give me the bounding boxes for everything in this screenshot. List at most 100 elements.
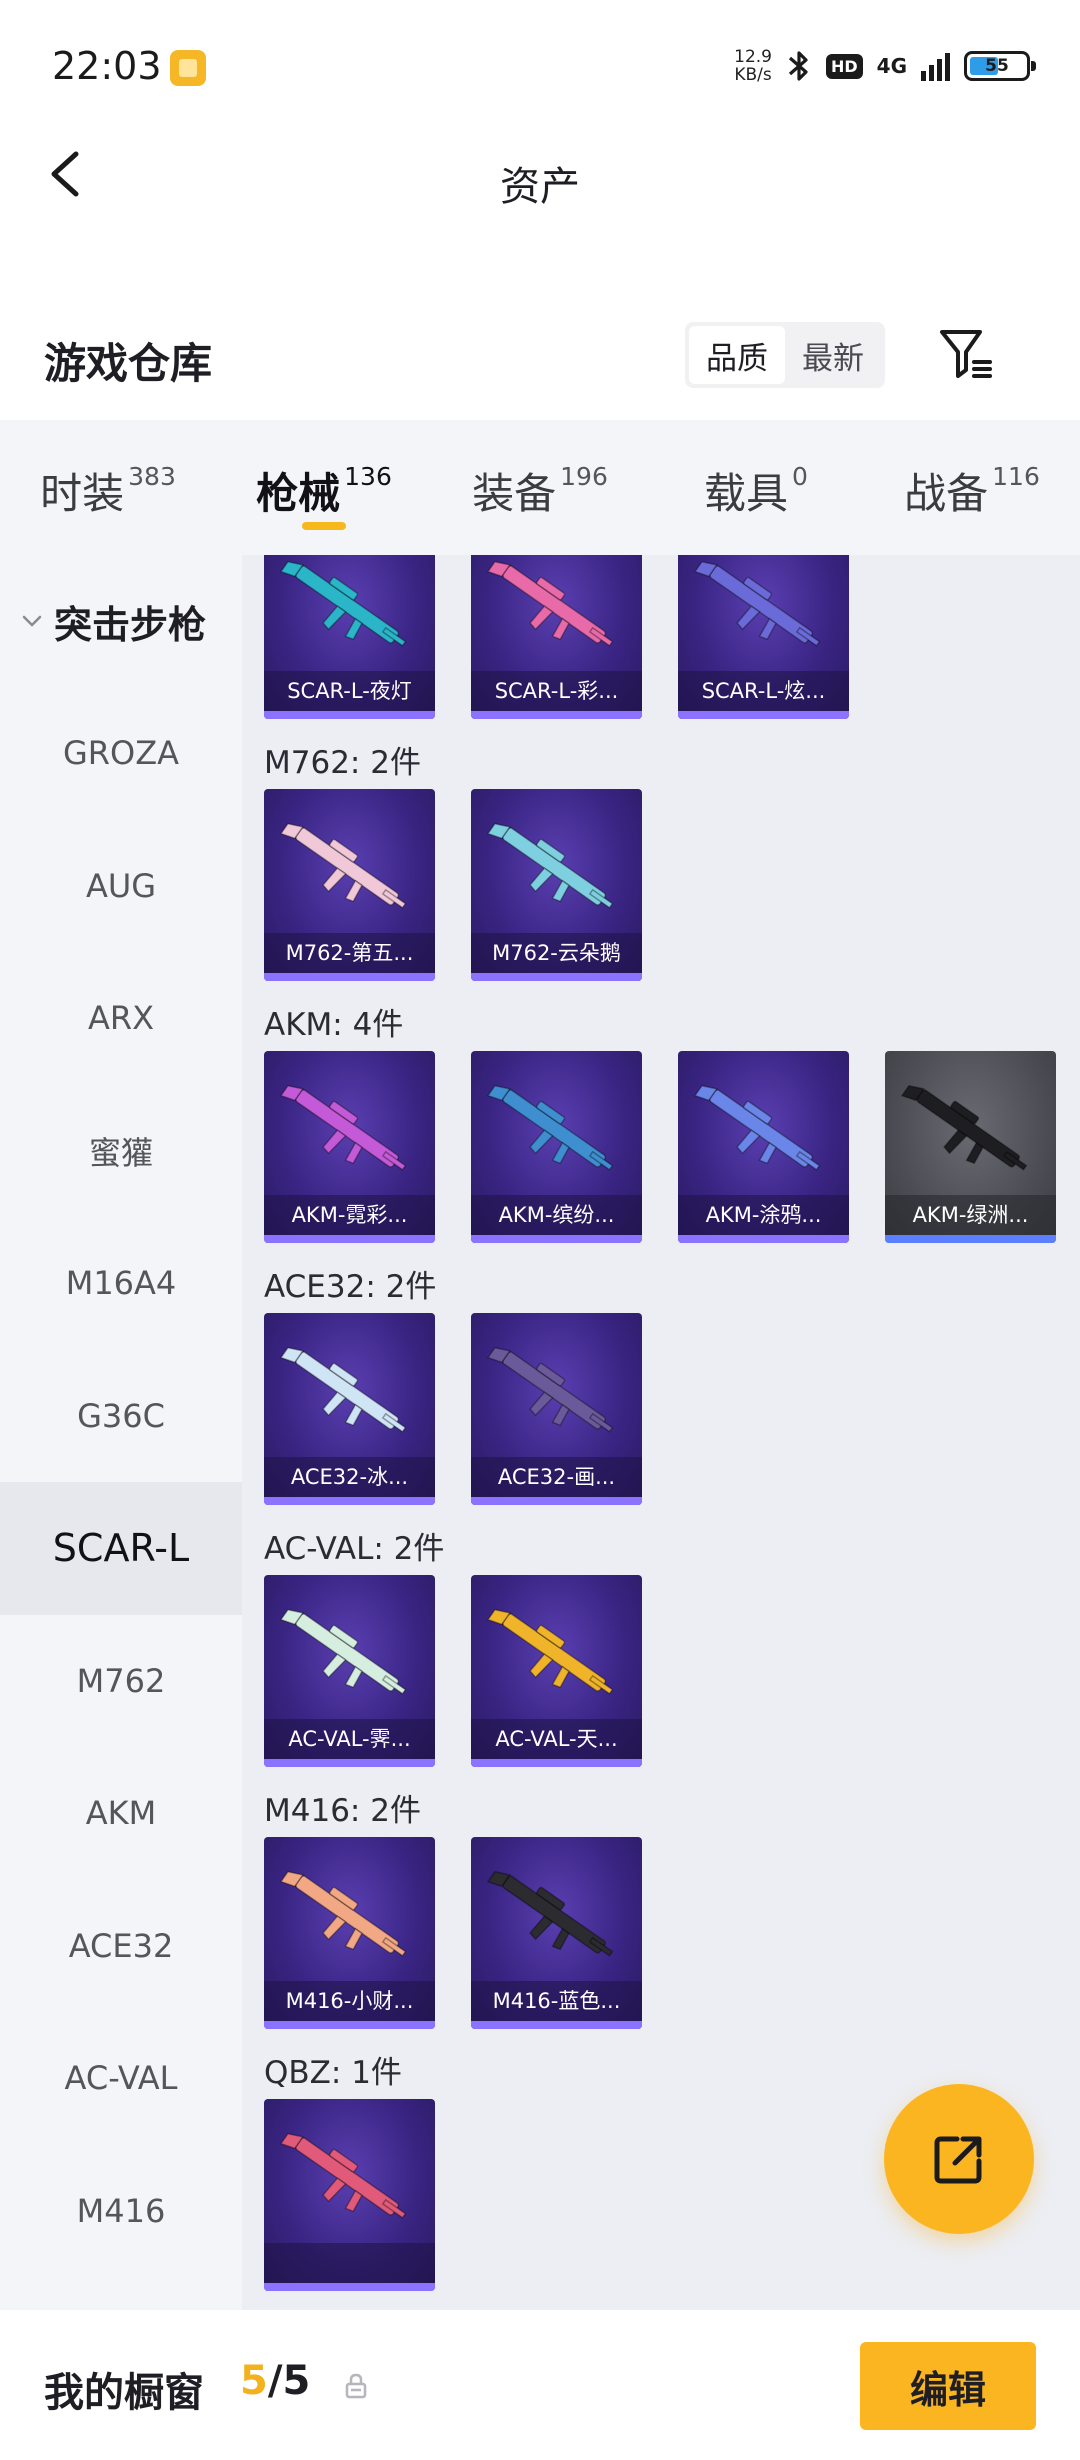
clock: 22:03 [52, 44, 162, 88]
rarity-bar [264, 711, 435, 719]
skin-card[interactable]: SCAR-L-炫... [678, 555, 849, 719]
sidebar-item-aug[interactable]: AUG [0, 820, 242, 953]
sort-by-newest-button[interactable]: 最新 [785, 326, 881, 384]
group-label: M762: 2件 [264, 745, 421, 781]
skin-name [264, 2243, 435, 2283]
skin-row: M416-小财... M416-蓝色... [264, 1837, 642, 2029]
skin-card[interactable]: ACE32-冰... [264, 1313, 435, 1505]
sidebar-item-honey-badger[interactable]: 蜜獾 [0, 1085, 242, 1218]
skin-card[interactable]: AKM-缤纷... [471, 1051, 642, 1243]
skin-card[interactable]: AC-VAL-霁... [264, 1575, 435, 1767]
sidebar-item-scar-l[interactable]: SCAR-L [0, 1482, 242, 1615]
skin-list[interactable]: SCAR-L-夜灯 SCAR-L-彩... SCAR-L-炫... M762: 2件 M… [242, 555, 1080, 2310]
edit-button[interactable]: 编辑 [860, 2342, 1036, 2430]
tab-label: 装备 [472, 469, 557, 518]
tab-label: 载具 [704, 469, 789, 518]
skin-row [264, 2099, 435, 2291]
tab-count: 383 [128, 462, 176, 491]
skin-card[interactable]: AC-VAL-天... [471, 1575, 642, 1767]
skin-card[interactable] [264, 2099, 435, 2291]
rifle-icon [693, 560, 821, 647]
skin-row: AKM-霓彩... AKM-缤纷... AKM-涂鸦... AKM-绿洲... [264, 1051, 1056, 1243]
sidebar-item-m762[interactable]: M762 [0, 1615, 242, 1748]
skin-row: SCAR-L-夜灯 SCAR-L-彩... SCAR-L-炫... [264, 555, 849, 719]
section-title: 游戏仓库 [44, 339, 213, 388]
skin-card[interactable]: ACE32-画... [471, 1313, 642, 1505]
skin-name: SCAR-L-炫... [678, 671, 849, 711]
sidebar-group-assault-rifles[interactable]: 突击步枪 [0, 555, 242, 687]
tab-label: 枪械 [256, 469, 341, 518]
weapon-type-sidebar: 突击步枪 GROZA AUG ARX 蜜獾 M16A4 G36C SCAR-L … [0, 555, 242, 2310]
skin-card[interactable]: M416-小财... [264, 1837, 435, 2029]
rarity-bar [264, 1235, 435, 1243]
rarity-bar [885, 1235, 1056, 1243]
skin-name: M416-蓝色... [471, 1981, 642, 2021]
rarity-bar [264, 1759, 435, 1767]
rarity-bar [264, 2021, 435, 2029]
sidebar-item-m16a4[interactable]: M16A4 [0, 1217, 242, 1350]
sidebar-item-m416[interactable]: M416 [0, 2145, 242, 2278]
rifle-icon [486, 1870, 614, 1957]
skin-name: AC-VAL-天... [471, 1719, 642, 1759]
sidebar-item-g36c[interactable]: G36C [0, 1350, 242, 1483]
skin-card[interactable]: AKM-绿洲... [885, 1051, 1056, 1243]
rifle-icon [279, 2132, 407, 2219]
sort-by-quality-button[interactable]: 品质 [689, 326, 785, 384]
skin-card[interactable]: M416-蓝色... [471, 1837, 642, 2029]
page-title: 资产 [500, 164, 580, 210]
top-bar: 资产 [0, 130, 1080, 230]
filter-icon[interactable] [936, 324, 996, 384]
tab-count: 136 [344, 462, 392, 491]
rarity-bar [471, 711, 642, 719]
rifle-icon [486, 822, 614, 909]
chevron-down-icon [22, 615, 42, 627]
hd-voice-icon: HD [825, 53, 863, 79]
group-label: ACE32: 2件 [264, 1269, 437, 1305]
rifle-icon [279, 1608, 407, 1695]
sidebar-group-label: 突击步枪 [54, 602, 207, 647]
skin-card[interactable]: AKM-涂鸦... [678, 1051, 849, 1243]
category-tabs: 时装 383 枪械 136 装备 196 载具 0 战备 116 [0, 420, 1080, 555]
skin-name: ACE32-画... [471, 1457, 642, 1497]
rarity-bar [471, 973, 642, 981]
sidebar-item-ac-val[interactable]: AC-VAL [0, 2012, 242, 2145]
skin-card[interactable]: SCAR-L-夜灯 [264, 555, 435, 719]
showcase-count-current: 5 [240, 2358, 268, 2404]
skin-name: M416-小财... [264, 1981, 435, 2021]
tab-label: 时装 [40, 469, 125, 518]
sidebar-item-groza[interactable]: GROZA [0, 687, 242, 820]
bluetooth-icon [788, 51, 808, 81]
warehouse-header: 游戏仓库 品质 最新 [0, 310, 1080, 420]
tab-firearms[interactable]: 枪械 136 [216, 420, 432, 555]
rifle-icon [279, 1084, 407, 1171]
skin-name: M762-云朵鹅 [471, 933, 642, 973]
tab-fashion[interactable]: 时装 383 [0, 420, 216, 555]
rifle-icon [279, 1870, 407, 1957]
skin-row: ACE32-冰... ACE32-画... [264, 1313, 642, 1505]
sort-toggle: 品质 最新 [685, 322, 885, 388]
sidebar-item-arx[interactable]: ARX [0, 952, 242, 1085]
tab-vehicles[interactable]: 载具 0 [648, 420, 864, 555]
sidebar-item-akm[interactable]: AKM [0, 1747, 242, 1880]
skin-row: AC-VAL-霁... AC-VAL-天... [264, 1575, 642, 1767]
signal-icon [921, 51, 950, 81]
rarity-bar [264, 2283, 435, 2291]
rarity-bar [678, 1235, 849, 1243]
group-label: M416: 2件 [264, 1793, 421, 1829]
status-icons: 12.9 KB/s HD 4G 55 [734, 44, 1036, 88]
group-label: AKM: 4件 [264, 1007, 404, 1043]
rifle-icon [486, 1608, 614, 1695]
skin-card[interactable]: M762-云朵鹅 [471, 789, 642, 981]
skin-card[interactable]: M762-第五... [264, 789, 435, 981]
skin-card[interactable]: SCAR-L-彩... [471, 555, 642, 719]
skin-card[interactable]: AKM-霓彩... [264, 1051, 435, 1243]
tab-equipment[interactable]: 装备 196 [432, 420, 648, 555]
active-tab-indicator [302, 522, 346, 530]
notification-app-icon [170, 50, 206, 86]
skin-name: AC-VAL-霁... [264, 1719, 435, 1759]
rarity-bar [264, 973, 435, 981]
skin-name: SCAR-L-夜灯 [264, 671, 435, 711]
share-button[interactable] [884, 2084, 1034, 2234]
tab-battle-gear[interactable]: 战备 116 [864, 420, 1080, 555]
sidebar-item-ace32[interactable]: ACE32 [0, 1880, 242, 2013]
